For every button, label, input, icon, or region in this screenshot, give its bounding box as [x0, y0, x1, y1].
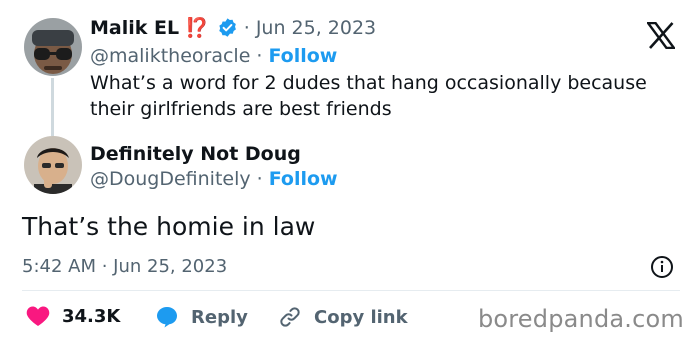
heart-icon: [26, 305, 50, 327]
author-handle[interactable]: @maliktheoracle: [90, 45, 250, 67]
reply-author-handle[interactable]: @DougDefinitely: [90, 168, 251, 190]
avatar-image: [24, 18, 82, 76]
reply-button[interactable]: Reply: [155, 305, 248, 329]
watermark: boredpanda.com: [477, 305, 684, 333]
separator-dot: ·: [256, 168, 263, 190]
like-count: 34.3K: [62, 305, 121, 327]
separator-dot: ·: [256, 45, 263, 67]
tweet-timestamp[interactable]: 5:42 AM · Jun 25, 2023: [22, 256, 227, 277]
avatar[interactable]: [24, 18, 82, 76]
name-emoji: ⁉️: [185, 17, 209, 39]
follow-button[interactable]: Follow: [268, 45, 337, 67]
reply-text: That’s the homie in law: [22, 212, 316, 241]
divider: [22, 290, 680, 291]
reply-bubble-icon: [155, 305, 179, 329]
x-logo-icon[interactable]: [645, 21, 677, 53]
avatar-image: [24, 136, 82, 194]
like-button[interactable]: 34.3K: [26, 305, 120, 327]
separator-dot: ·: [243, 16, 250, 39]
info-icon[interactable]: [650, 255, 674, 283]
reply-author-name[interactable]: Definitely Not Doug: [90, 143, 301, 165]
follow-button[interactable]: Follow: [269, 168, 338, 190]
link-icon: [278, 305, 302, 329]
copy-link-label: Copy link: [314, 306, 408, 328]
thread-connector: [51, 78, 54, 136]
verified-badge-icon: [217, 17, 238, 38]
reply-label: Reply: [191, 306, 248, 328]
author-name[interactable]: Malik EL: [90, 17, 179, 39]
copy-link-button[interactable]: Copy link: [278, 305, 408, 329]
tweet-date[interactable]: Jun 25, 2023: [256, 17, 376, 39]
avatar[interactable]: [24, 136, 82, 194]
tweet-text: What’s a word for 2 dudes that hang occa…: [90, 72, 647, 120]
